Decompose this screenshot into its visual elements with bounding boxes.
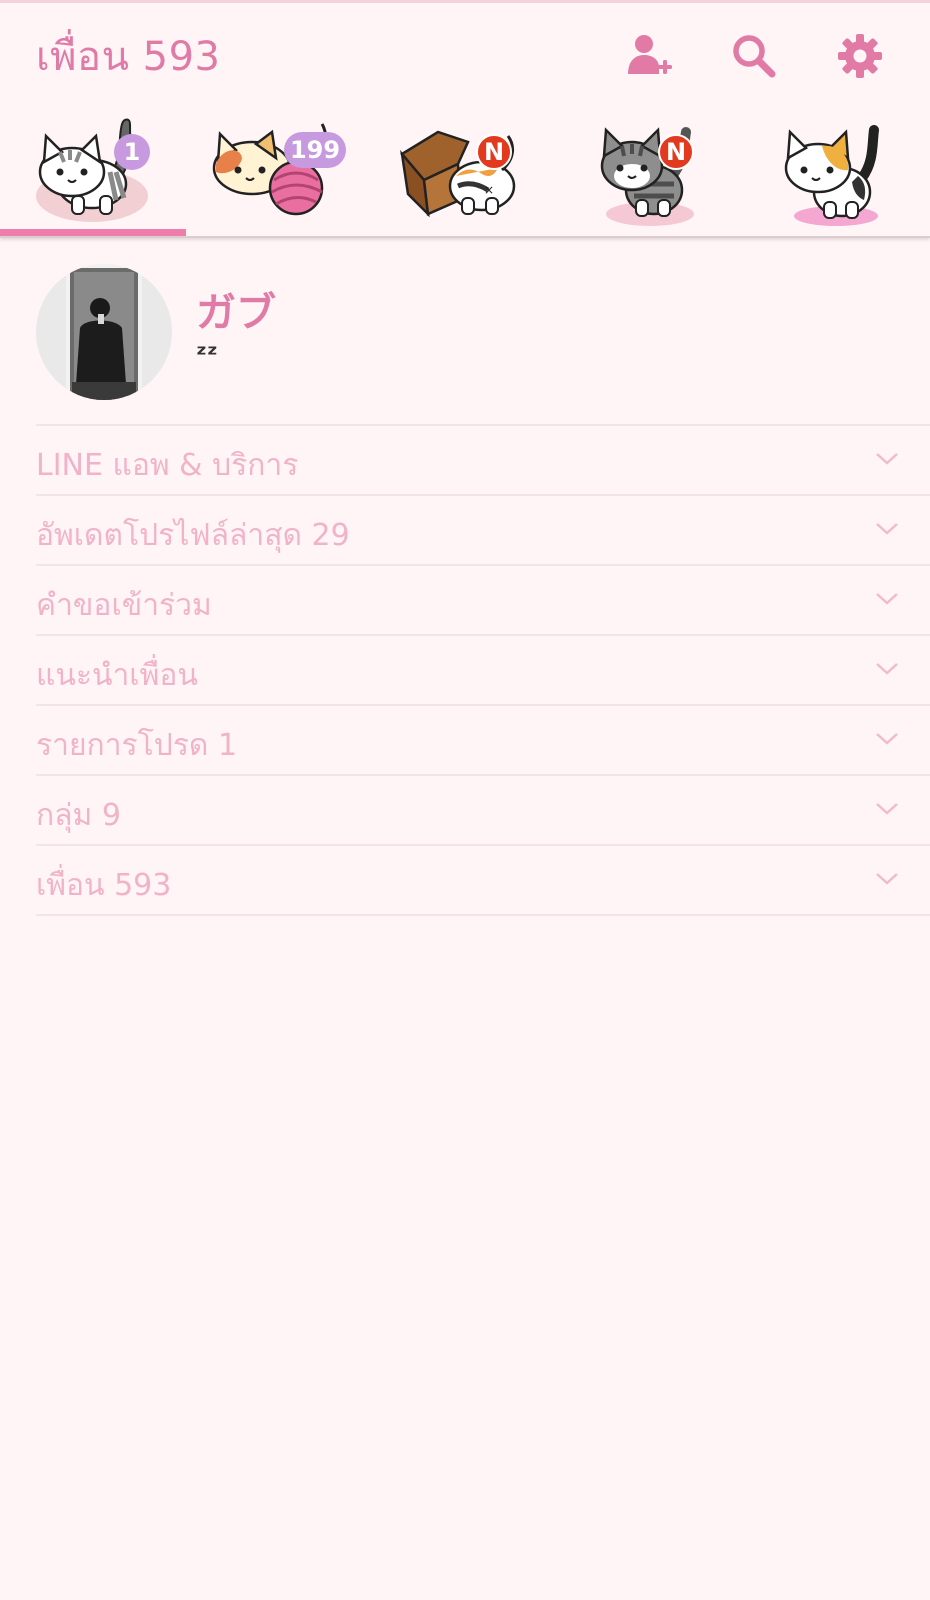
section-friends[interactable]: เพื่อน 593 xyxy=(36,844,930,916)
section-label: เพื่อน 593 xyxy=(36,868,172,903)
chevron-down-icon xyxy=(874,588,900,610)
tab-badge: N xyxy=(658,134,694,170)
header-bar: เพื่อน 593 xyxy=(0,0,930,108)
tab-friends[interactable]: 1 xyxy=(0,108,186,236)
chevron-down-icon xyxy=(874,448,900,470)
section-label: รายการโปรด 1 xyxy=(36,728,238,763)
tab-badge: 1 xyxy=(114,134,150,170)
section-label: กลุ่ม 9 xyxy=(36,798,121,833)
section-label: คำขอเข้าร่วม xyxy=(36,588,212,623)
chevron-down-icon xyxy=(874,728,900,750)
avatar[interactable] xyxy=(36,264,172,400)
tab-timeline[interactable]: × N xyxy=(372,108,558,236)
tab-bar: 1 199 × N N xyxy=(0,108,930,238)
tab-calls[interactable] xyxy=(744,108,930,236)
friend-sections-list: LINE แอพ & บริการ อัพเดตโปรไฟล์ล่าสุด 29… xyxy=(36,424,930,916)
profile-name: ガブ xyxy=(196,290,276,336)
settings-gear-icon[interactable] xyxy=(834,30,886,82)
tab-badge: 199 xyxy=(284,132,346,168)
tab-chats[interactable]: 199 xyxy=(186,108,372,236)
search-icon[interactable] xyxy=(728,30,780,82)
calico-cat-icon xyxy=(784,125,879,226)
page-title: เพื่อน 593 xyxy=(36,34,221,80)
section-line-apps-services[interactable]: LINE แอพ & บริการ xyxy=(36,424,930,494)
section-groups[interactable]: กลุ่ม 9 xyxy=(36,774,930,844)
cat-in-box-icon: × xyxy=(400,130,516,218)
section-favorites[interactable]: รายการโปรด 1 xyxy=(36,704,930,774)
chevron-down-icon xyxy=(874,518,900,540)
svg-text:×: × xyxy=(484,183,494,197)
section-label: แนะนำเพื่อน xyxy=(36,658,198,693)
chevron-down-icon xyxy=(874,798,900,820)
active-tab-indicator xyxy=(0,229,186,236)
section-label: อัพเดตโปรไฟล์ล่าสุด 29 xyxy=(36,518,350,553)
section-join-requests[interactable]: คำขอเข้าร่วม xyxy=(36,564,930,634)
chevron-down-icon xyxy=(874,658,900,680)
tab-badge: N xyxy=(476,134,512,170)
tab-news[interactable]: N xyxy=(558,108,744,236)
friends-screen: เพื่อน 593 1 199 × N N ガブ ᶻᶻ LINE แอพ & … xyxy=(0,0,930,1600)
white-gray-cat-icon xyxy=(36,118,148,222)
my-profile-row[interactable]: ガブ ᶻᶻ xyxy=(0,264,930,424)
gray-tabby-cat-icon xyxy=(600,127,694,226)
status-message: ᶻᶻ xyxy=(196,340,218,370)
chevron-down-icon xyxy=(874,868,900,890)
section-recent-profile-updates[interactable]: อัพเดตโปรไฟล์ล่าสุด 29 xyxy=(36,494,930,564)
section-label: LINE แอพ & บริการ xyxy=(36,448,299,483)
add-friend-icon[interactable] xyxy=(622,30,674,82)
section-friend-recommendations[interactable]: แนะนำเพื่อน xyxy=(36,634,930,704)
